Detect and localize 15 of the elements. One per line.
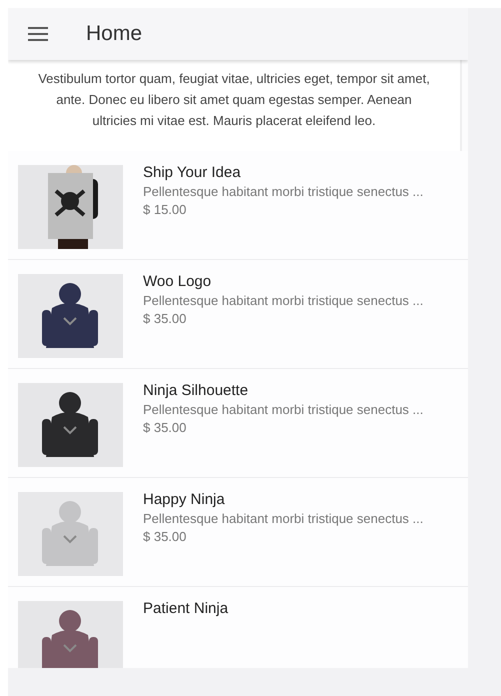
product-description: Pellentesque habitant morbi tristique senectus ... [143,510,424,527]
product-description: Pellentesque habitant morbi tristique senectus ... [143,292,424,309]
product-description: Pellentesque habitant morbi tristique senectus ... [143,401,424,418]
product-price: $ 15.00 [143,201,188,219]
product-price: $ 35.00 [143,528,188,546]
product-name: Happy Ninja [143,490,226,510]
product-price: $ 35.00 [143,419,188,437]
app-title: Home [86,22,142,46]
product-description: Pellentesque habitant morbi tristique senectus ... [143,183,424,200]
product-price: $ 35.00 [143,310,188,328]
product-name: Ninja Silhouette [143,381,250,401]
product-name: Ship Your Idea [143,163,242,183]
product-name: Woo Logo [143,272,212,292]
menu-icon[interactable] [26,26,50,42]
product-name: Patient Ninja [143,599,230,619]
